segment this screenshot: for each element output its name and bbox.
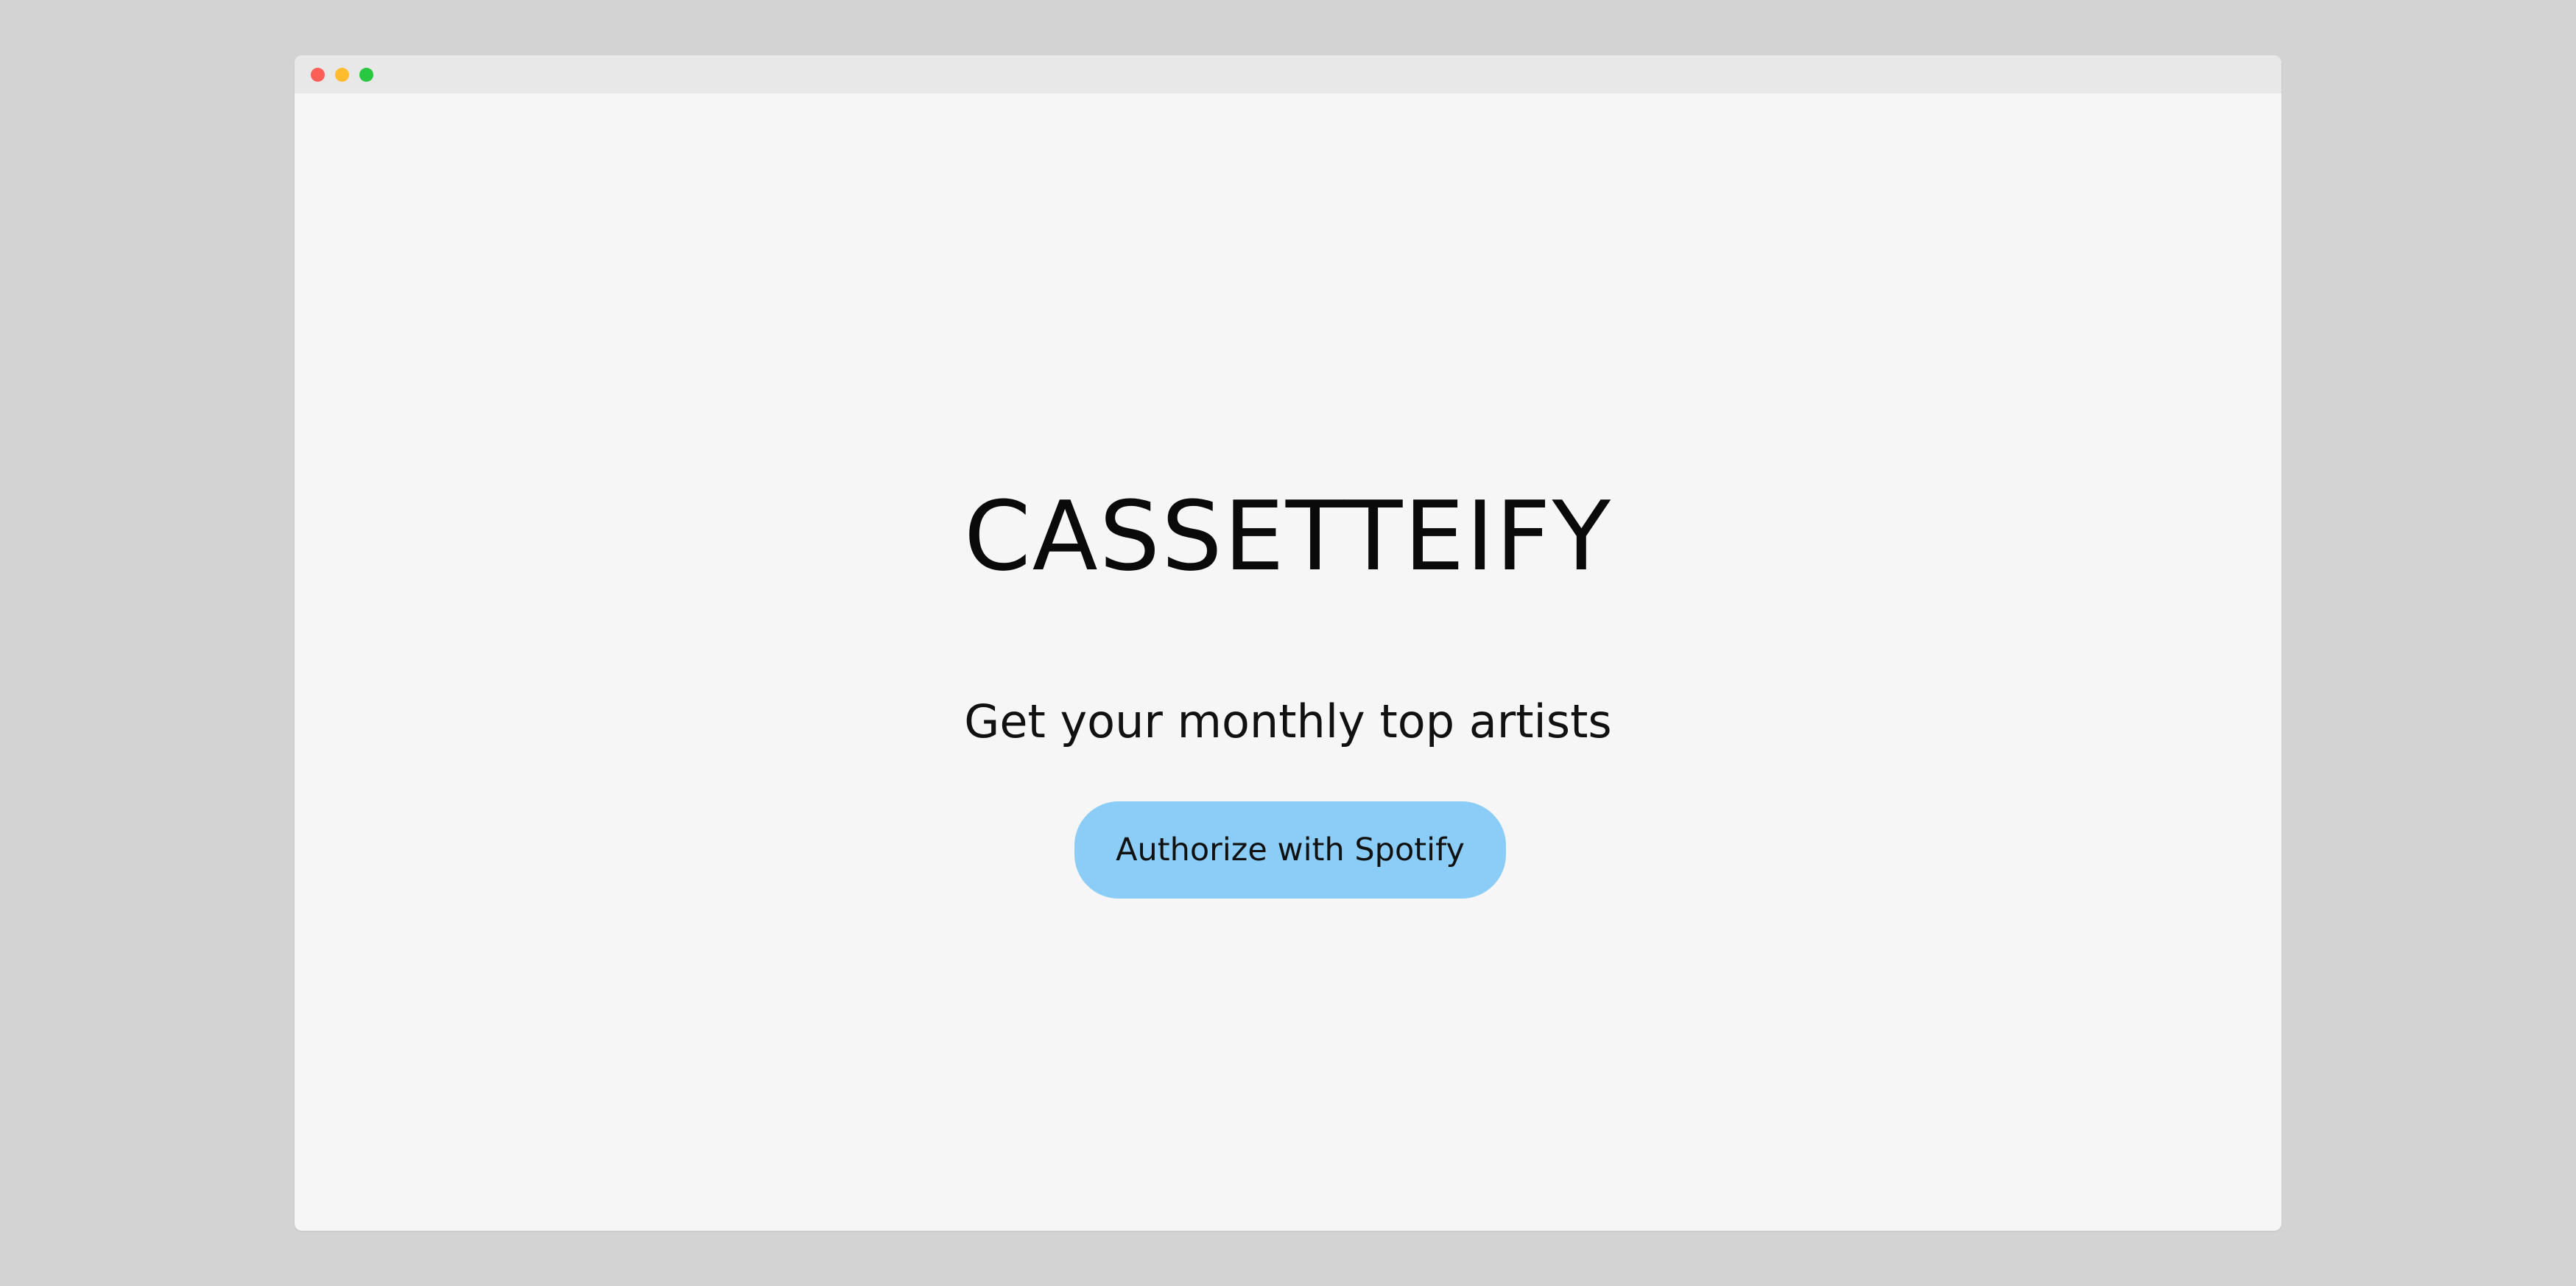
browser-window: CASSETTEIFY Get your monthly top artists… — [295, 55, 2281, 1231]
page-content: CASSETTEIFY Get your monthly top artists… — [295, 94, 2281, 1231]
tagline: Get your monthly top artists — [964, 695, 1612, 748]
maximize-window-button[interactable] — [359, 68, 373, 82]
authorize-spotify-button[interactable]: Authorize with Spotify — [1074, 801, 1506, 899]
minimize-window-button[interactable] — [335, 68, 349, 82]
window-titlebar — [295, 55, 2281, 94]
app-title: CASSETTEIFY — [963, 480, 1613, 592]
close-window-button[interactable] — [311, 68, 325, 82]
